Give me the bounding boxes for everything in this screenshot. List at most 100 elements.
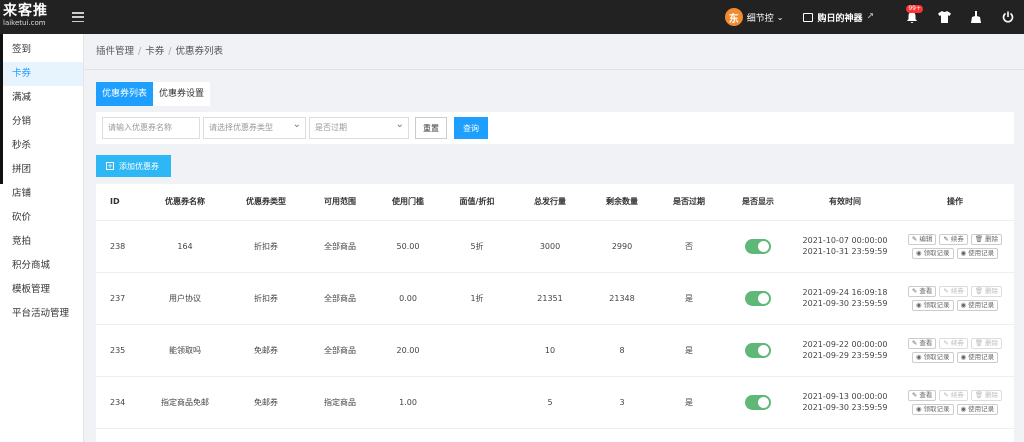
sidebar-item-store[interactable]: 店铺 — [0, 182, 83, 206]
cell-actions: ✎ 查看 ✎ 续券 🗑 删除 ◉ 领取记录 ◉ 使用记录 — [896, 324, 1014, 377]
tab-coupon-settings[interactable]: 优惠券设置 — [153, 82, 211, 106]
cell-remaining: 8 — [588, 324, 656, 377]
breadcrumb-coupon-list: 优惠券列表 — [175, 46, 223, 57]
col-header-expired: 是否过期 — [656, 184, 722, 221]
notification-badge: 99+ — [906, 5, 923, 13]
view-edit-label: 查看 — [919, 338, 933, 347]
view-edit-button[interactable]: ✎ 查看 — [907, 285, 937, 297]
reset-button[interactable]: 重置 — [415, 117, 447, 139]
edit-icon: ✎ — [943, 234, 949, 243]
delete-label: 删除 — [985, 286, 999, 295]
table-row: 234 指定商品免邮 免邮券 指定商品 1.00 5 3 是 2021-09-1… — [96, 376, 1014, 429]
coupon-name-input[interactable]: 请输入优惠券名称 — [102, 117, 200, 139]
claim-record-button[interactable]: ◉ 领取记录 — [911, 299, 954, 311]
valid-start: 2021-10-07 00:00:00 — [802, 236, 888, 245]
add-coupon-button[interactable]: + 添加优惠券 — [96, 155, 171, 177]
cell-type: 免邮券 — [226, 324, 306, 377]
cell-value — [442, 324, 512, 377]
sidebar-item-template[interactable]: 模板管理 — [0, 278, 83, 302]
use-record-label: 使用记录 — [968, 352, 995, 361]
view-edit-label: 查看 — [919, 390, 933, 399]
renew-button[interactable]: ✎ 续券 — [939, 285, 968, 297]
cell-type: 折扣券 — [226, 272, 306, 325]
valid-start: 2021-09-22 00:00:00 — [802, 340, 888, 349]
add-coupon-label: 添加优惠券 — [119, 161, 159, 171]
show-toggle[interactable] — [745, 342, 771, 358]
coupon-type-select[interactable]: 请选择优惠券类型 — [203, 115, 306, 139]
use-record-button[interactable]: ◉ 使用记录 — [956, 299, 999, 311]
use-record-button[interactable]: ◉ 使用记录 — [956, 403, 999, 415]
logo[interactable]: 来客推 laiketui.com — [0, 0, 58, 34]
delete-button[interactable]: 🗑 删除 — [970, 337, 1003, 349]
sidebar-item-flash-sale[interactable]: 秒杀 — [0, 134, 83, 158]
edit-icon: ✎ — [911, 338, 918, 347]
menu-toggle-icon[interactable] — [72, 12, 84, 22]
view-edit-label: 编辑 — [919, 234, 933, 243]
logout-button[interactable] — [992, 0, 1024, 34]
renew-button[interactable]: ✎ 续券 — [939, 337, 968, 349]
theme-button[interactable] — [928, 0, 960, 34]
claim-record-button[interactable]: ◉ 领取记录 — [911, 247, 954, 259]
edit-icon: ✎ — [911, 234, 918, 243]
delete-button[interactable]: 🗑 删除 — [970, 233, 1003, 245]
use-record-button[interactable]: ◉ 使用记录 — [956, 247, 999, 259]
renew-label: 续券 — [950, 234, 964, 243]
col-header-type: 优惠券类型 — [226, 184, 306, 221]
sidebar-item-points-mall[interactable]: 积分商城 — [0, 254, 83, 278]
delete-button[interactable]: 🗑 删除 — [970, 285, 1003, 297]
col-header-name: 优惠券名称 — [144, 184, 226, 221]
expired-select[interactable]: 是否过期 — [309, 115, 409, 139]
sidebar: 签到 卡券 满减 分销 秒杀 拼团 店铺 砍价 竞拍 积分商城 模板管理 平台活… — [0, 34, 84, 442]
cell-scope: 全部商品 — [306, 220, 374, 273]
cell-name: 164 — [144, 220, 226, 273]
broom-icon — [971, 11, 981, 23]
user-menu[interactable]: 东 细节控 ⌄ — [724, 8, 783, 26]
claim-record-label: 领取记录 — [923, 248, 950, 257]
cell-scope: 指定商品 — [306, 376, 374, 429]
logo-text: 来客推 — [3, 3, 48, 19]
cell-expired: 是 — [656, 376, 722, 429]
query-button[interactable]: 查询 — [454, 117, 488, 139]
claim-record-button[interactable]: ◉ 领取记录 — [911, 351, 954, 363]
trash-icon: 🗑 — [974, 338, 984, 347]
renew-button[interactable]: ✎ 续券 — [939, 233, 968, 245]
tshirt-icon — [937, 11, 951, 23]
sidebar-item-coupons[interactable]: 卡券 — [0, 62, 83, 86]
claim-record-label: 领取记录 — [923, 352, 950, 361]
cell-name: 用户协议 — [144, 272, 226, 325]
cell-type: 免邮券 — [226, 376, 306, 429]
cell-valid-time: 2021-09-13 00:00:00 2021-09-30 23:59:59 — [794, 376, 896, 429]
claim-record-button[interactable]: ◉ 领取记录 — [911, 403, 954, 415]
breadcrumb-coupons[interactable]: 卡券 — [145, 46, 164, 57]
cell-threshold: 0.00 — [374, 272, 442, 325]
renew-button[interactable]: ✎ 续券 — [939, 389, 968, 401]
show-toggle[interactable] — [745, 394, 771, 410]
sidebar-item-signin[interactable]: 签到 — [0, 38, 83, 62]
delete-button[interactable]: 🗑 删除 — [970, 389, 1003, 401]
show-toggle[interactable] — [745, 238, 771, 254]
main-content: 插件管理 / 卡券 / 优惠券列表 优惠券列表 优惠券设置 请输入优惠券名称 请选择优惠… — [84, 34, 1024, 442]
view-edit-button[interactable]: ✎ 查看 — [907, 337, 937, 349]
sidebar-item-full-reduction[interactable]: 满减 — [0, 86, 83, 110]
view-edit-button[interactable]: ✎ 编辑 — [907, 233, 937, 245]
promo-link[interactable]: 购日的神器 ↗ — [803, 11, 874, 24]
breadcrumb-plugin[interactable]: 插件管理 — [96, 46, 134, 57]
edit-icon: ✎ — [911, 286, 918, 295]
clean-cache-button[interactable] — [960, 0, 992, 34]
view-edit-label: 查看 — [919, 286, 933, 295]
cell-value: 1折 — [442, 272, 512, 325]
tab-coupon-list[interactable]: 优惠券列表 — [96, 82, 154, 106]
cell-show — [722, 324, 794, 377]
view-edit-button[interactable]: ✎ 查看 — [907, 389, 937, 401]
notification-button[interactable]: 99+ — [896, 0, 928, 34]
show-toggle[interactable] — [745, 290, 771, 306]
sidebar-item-bargain[interactable]: 砍价 — [0, 206, 83, 230]
sidebar-item-distribution[interactable]: 分销 — [0, 110, 83, 134]
col-header-scope: 可用范围 — [306, 184, 374, 221]
use-record-button[interactable]: ◉ 使用记录 — [956, 351, 999, 363]
sidebar-item-platform-activity[interactable]: 平台活动管理 — [0, 302, 83, 326]
filter-panel: 请输入优惠券名称 请选择优惠券类型 是否过期 重置 查询 — [96, 112, 1014, 144]
sidebar-item-auction[interactable]: 竞拍 — [0, 230, 83, 254]
sidebar-item-group-buy[interactable]: 拼团 — [0, 158, 83, 182]
eye-icon: ◉ — [960, 300, 967, 309]
